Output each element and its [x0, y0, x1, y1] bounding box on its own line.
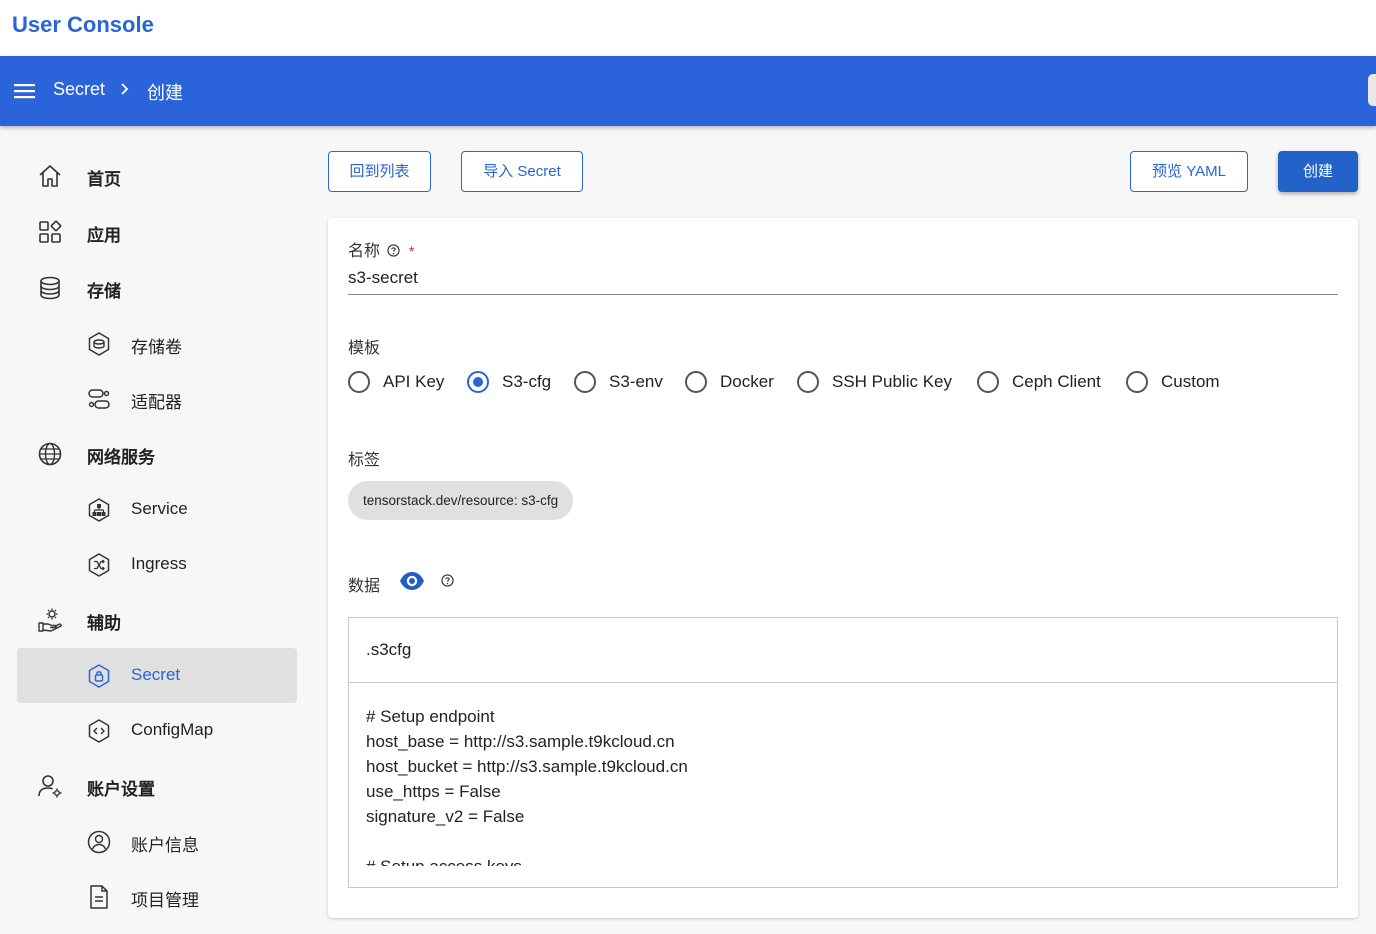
breadcrumb-current: 创建: [147, 83, 183, 103]
sidebar-item-label: Secret: [131, 665, 181, 684]
sidebar-item-network[interactable]: 网络服务: [17, 426, 297, 481]
create-button[interactable]: 创建: [1278, 151, 1358, 192]
sidebar-item-label: 账户设置: [87, 780, 155, 799]
radio-circle: [797, 371, 819, 393]
name-label-text: 名称: [348, 243, 381, 260]
project-icon: [90, 885, 108, 909]
app-title: User Console: [12, 12, 154, 37]
sidebar-item-label: 适配器: [131, 393, 182, 412]
collapsed-panel-handle[interactable]: [1368, 74, 1376, 106]
sidebar-item-label: ConfigMap: [131, 720, 214, 739]
help-icon[interactable]: [387, 244, 401, 257]
sidebar-item-ingress[interactable]: Ingress: [17, 537, 297, 592]
import-secret-button[interactable]: 导入 Secret: [461, 151, 583, 192]
apps-icon: [39, 220, 62, 243]
sidebar-item-home[interactable]: 首页: [17, 148, 297, 203]
data-key-text: .s3cfg: [366, 640, 412, 659]
navbar: Secret 创建: [0, 56, 1376, 126]
service-icon: [88, 498, 110, 522]
label-chip[interactable]: tensorstack.dev/resource: s3-cfg: [348, 481, 574, 520]
radio-circle: [574, 371, 596, 393]
sidebar-item-label: 存储卷: [131, 338, 182, 357]
sidebar-item-secret[interactable]: Secret: [17, 648, 297, 703]
data-value-textarea[interactable]: # Setup endpoint host_base = http://s3.s…: [366, 704, 1316, 866]
radio-label: S3-env: [609, 372, 663, 391]
help-icon[interactable]: [441, 574, 454, 587]
preview-yaml-button[interactable]: 预览 YAML: [1130, 151, 1248, 192]
sidebar-item-label: 存储: [87, 282, 121, 301]
secret-form-card: 名称 * 模板 API Key S3-cfg S3-env Docker SSH…: [328, 218, 1358, 918]
name-input[interactable]: [348, 262, 1338, 295]
radio-label: Docker: [720, 372, 774, 391]
app-header: User Console: [0, 0, 1376, 56]
radio-label: Custom: [1161, 372, 1220, 391]
account-info-icon: [87, 830, 111, 854]
helper-icon: [38, 608, 62, 632]
sidebar-item-account-info[interactable]: 账户信息: [17, 814, 297, 869]
sidebar: 首页 应用 存储 存储卷 适配器 网络服务 Service Ingress 辅助…: [0, 126, 310, 934]
data-entry: .s3cfg # Setup endpoint host_base = http…: [348, 617, 1338, 888]
required-mark: *: [408, 243, 415, 259]
sidebar-item-volumes[interactable]: 存储卷: [17, 316, 297, 371]
sidebar-item-label: 应用: [87, 226, 121, 245]
radio-circle: [1126, 371, 1148, 393]
ingress-icon: [88, 553, 110, 577]
sidebar-item-label: 辅助: [87, 614, 121, 633]
account-settings-icon: [38, 775, 62, 798]
radio-label: Ceph Client: [1012, 372, 1101, 391]
sidebar-item-service[interactable]: Service: [17, 482, 297, 537]
sidebar-item-apps[interactable]: 应用: [17, 204, 297, 259]
template-label: 模板: [348, 340, 381, 357]
sidebar-item-adapters[interactable]: 适配器: [17, 371, 297, 426]
globe-icon: [38, 442, 62, 466]
breadcrumb-parent[interactable]: Secret: [53, 79, 105, 100]
radio-label: SSH Public Key: [832, 372, 952, 391]
sidebar-item-projects[interactable]: 项目管理: [17, 869, 297, 924]
radio-label: S3-cfg: [502, 372, 552, 391]
sidebar-item-label: Service: [131, 499, 188, 518]
sidebar-item-label: Ingress: [131, 554, 187, 573]
sidebar-item-helper[interactable]: 辅助: [17, 592, 297, 647]
volume-icon: [88, 332, 110, 356]
radio-circle: [467, 371, 489, 393]
sidebar-item-storage[interactable]: 存储: [17, 260, 297, 315]
secret-icon: [88, 664, 110, 688]
radio-circle: [977, 371, 999, 393]
labels-label: 标签: [348, 452, 381, 469]
data-key-field[interactable]: .s3cfg: [349, 618, 1337, 683]
database-icon: [40, 276, 60, 300]
menu-icon[interactable]: [12, 78, 38, 104]
radio-circle: [348, 371, 370, 393]
sidebar-item-label: 首页: [87, 170, 121, 189]
sidebar-item-configmap[interactable]: ConfigMap: [17, 703, 297, 758]
data-label: 数据: [348, 578, 381, 595]
configmap-icon: [88, 719, 110, 743]
back-to-list-button[interactable]: 回到列表: [328, 151, 431, 192]
eye-icon[interactable]: [399, 570, 425, 592]
adapter-icon: [88, 389, 110, 409]
chevron-right-icon: [121, 83, 129, 95]
sidebar-item-account-settings[interactable]: 账户设置: [17, 758, 297, 813]
home-icon: [39, 165, 61, 187]
name-field-label: 名称 *: [348, 237, 414, 261]
sidebar-item-label: 网络服务: [87, 448, 155, 467]
radio-label: API Key: [383, 372, 445, 391]
sidebar-item-label: 项目管理: [131, 891, 199, 910]
radio-circle: [685, 371, 707, 393]
sidebar-item-label: 账户信息: [131, 836, 199, 855]
